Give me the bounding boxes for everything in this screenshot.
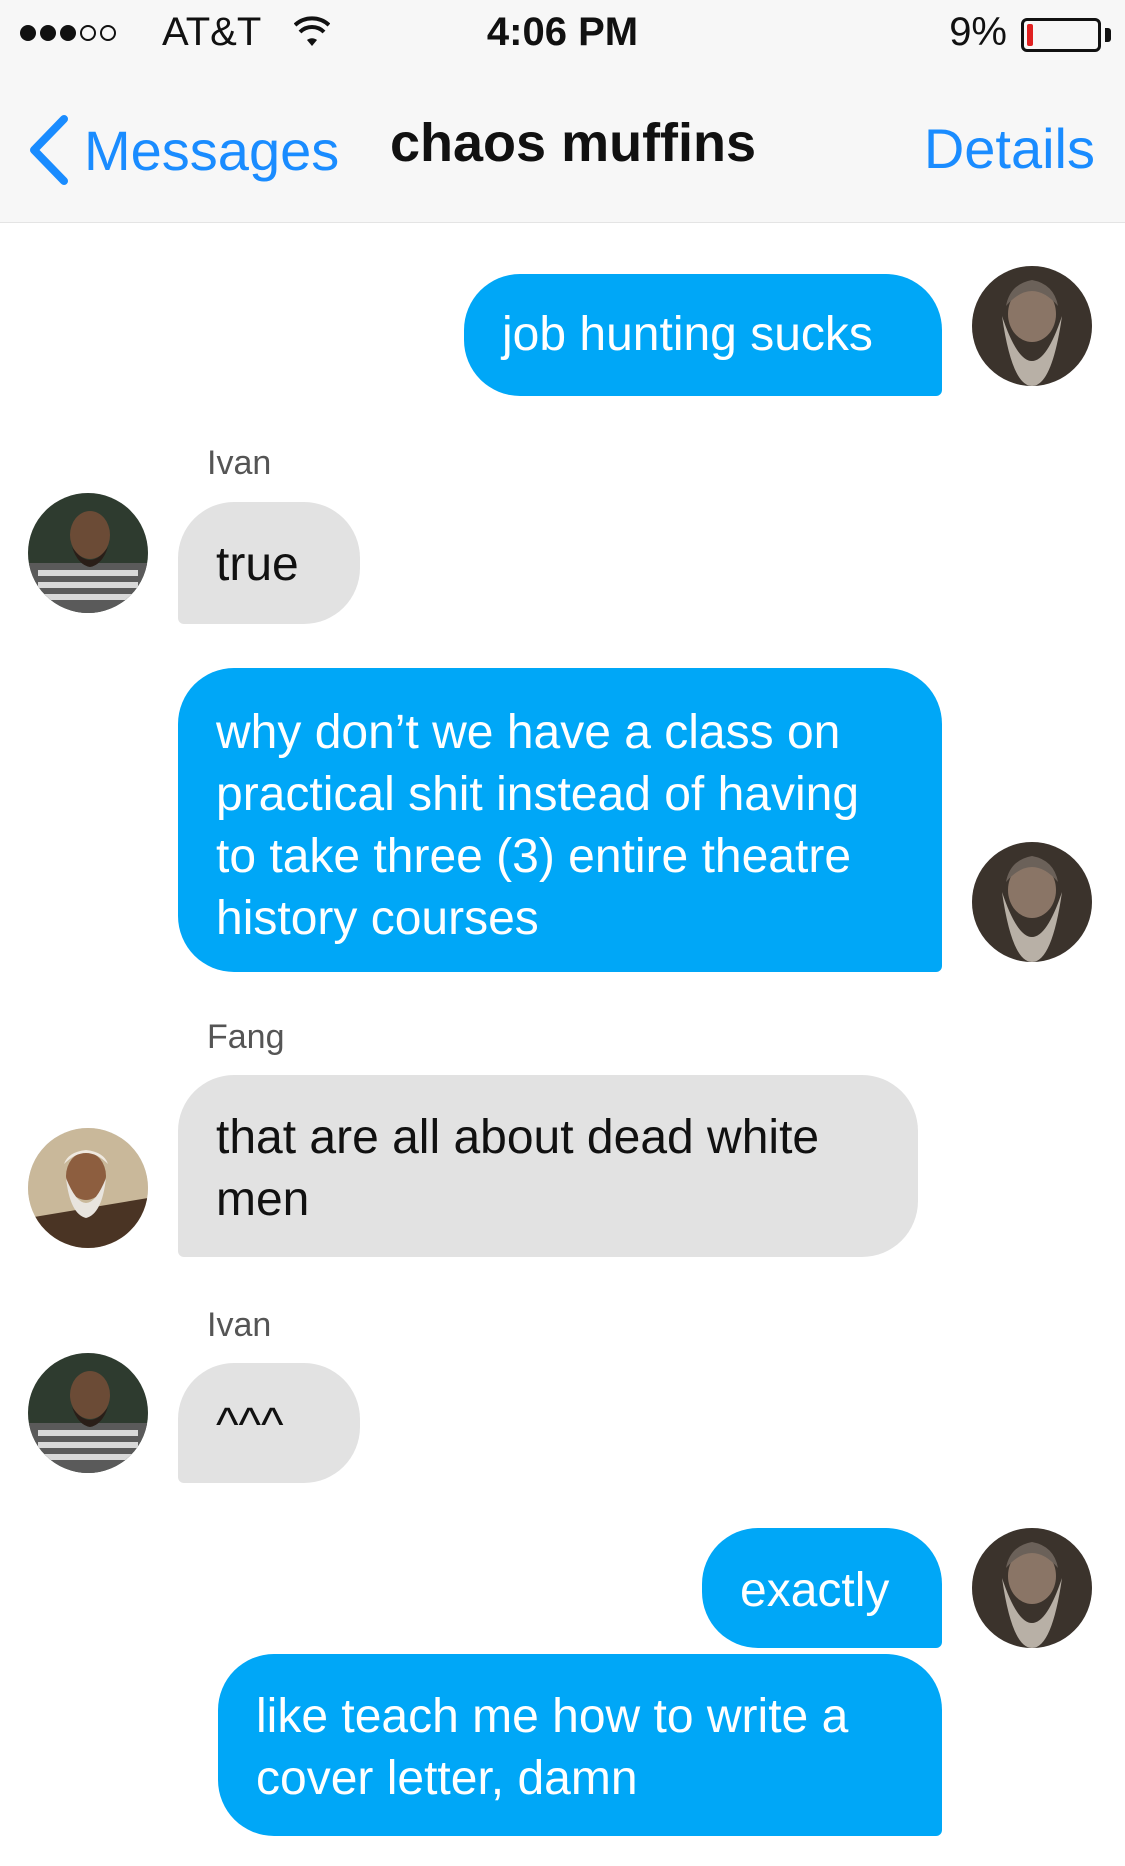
battery-icon [1021, 18, 1101, 52]
message-text: job hunting sucks [502, 308, 873, 361]
details-button[interactable]: Details [924, 116, 1095, 181]
avatar-ivan [28, 493, 148, 613]
message-bubble-incoming[interactable]: ^^^ [178, 1363, 360, 1483]
battery-percent: 9% [949, 10, 1007, 54]
chevron-left-icon [30, 115, 68, 185]
message-bubble-outgoing[interactable]: like teach me how to write a cover lette… [218, 1654, 942, 1836]
message-bubble-incoming[interactable]: that are all about dead white men [178, 1075, 918, 1257]
avatar-fang [28, 1128, 148, 1248]
sender-name: Ivan [207, 444, 272, 482]
message-bubble-incoming[interactable]: true [178, 502, 360, 624]
nav-bar: Messages chaos muffins Details [0, 92, 1125, 202]
avatar-ivan [28, 1353, 148, 1473]
message-text: true [216, 538, 299, 591]
message-text: why don’t we have a class on practical s… [216, 706, 860, 945]
message-text: exactly [740, 1564, 890, 1617]
message-text: that are all about dead white men [216, 1111, 820, 1226]
avatar-self [972, 842, 1092, 962]
avatar-self [972, 1528, 1092, 1648]
sender-name: Fang [207, 1018, 285, 1056]
avatar-self [972, 266, 1092, 386]
sender-name: Ivan [207, 1306, 272, 1344]
message-text: like teach me how to write a cover lette… [256, 1690, 849, 1805]
app-header: AT&T 4:06 PM 9% Messages chaos muffins D… [0, 0, 1125, 223]
message-bubble-outgoing[interactable]: exactly [702, 1528, 942, 1648]
conversation-title: chaos muffins [390, 113, 757, 173]
status-bar: AT&T 4:06 PM 9% [0, 0, 1125, 70]
message-bubble-outgoing[interactable]: why don’t we have a class on practical s… [178, 668, 942, 972]
message-bubble-outgoing[interactable]: job hunting sucks [464, 274, 942, 396]
battery-tip [1105, 28, 1111, 42]
message-text: ^^^ [216, 1399, 284, 1452]
back-label: Messages [84, 118, 340, 182]
back-button[interactable]: Messages [26, 110, 339, 190]
